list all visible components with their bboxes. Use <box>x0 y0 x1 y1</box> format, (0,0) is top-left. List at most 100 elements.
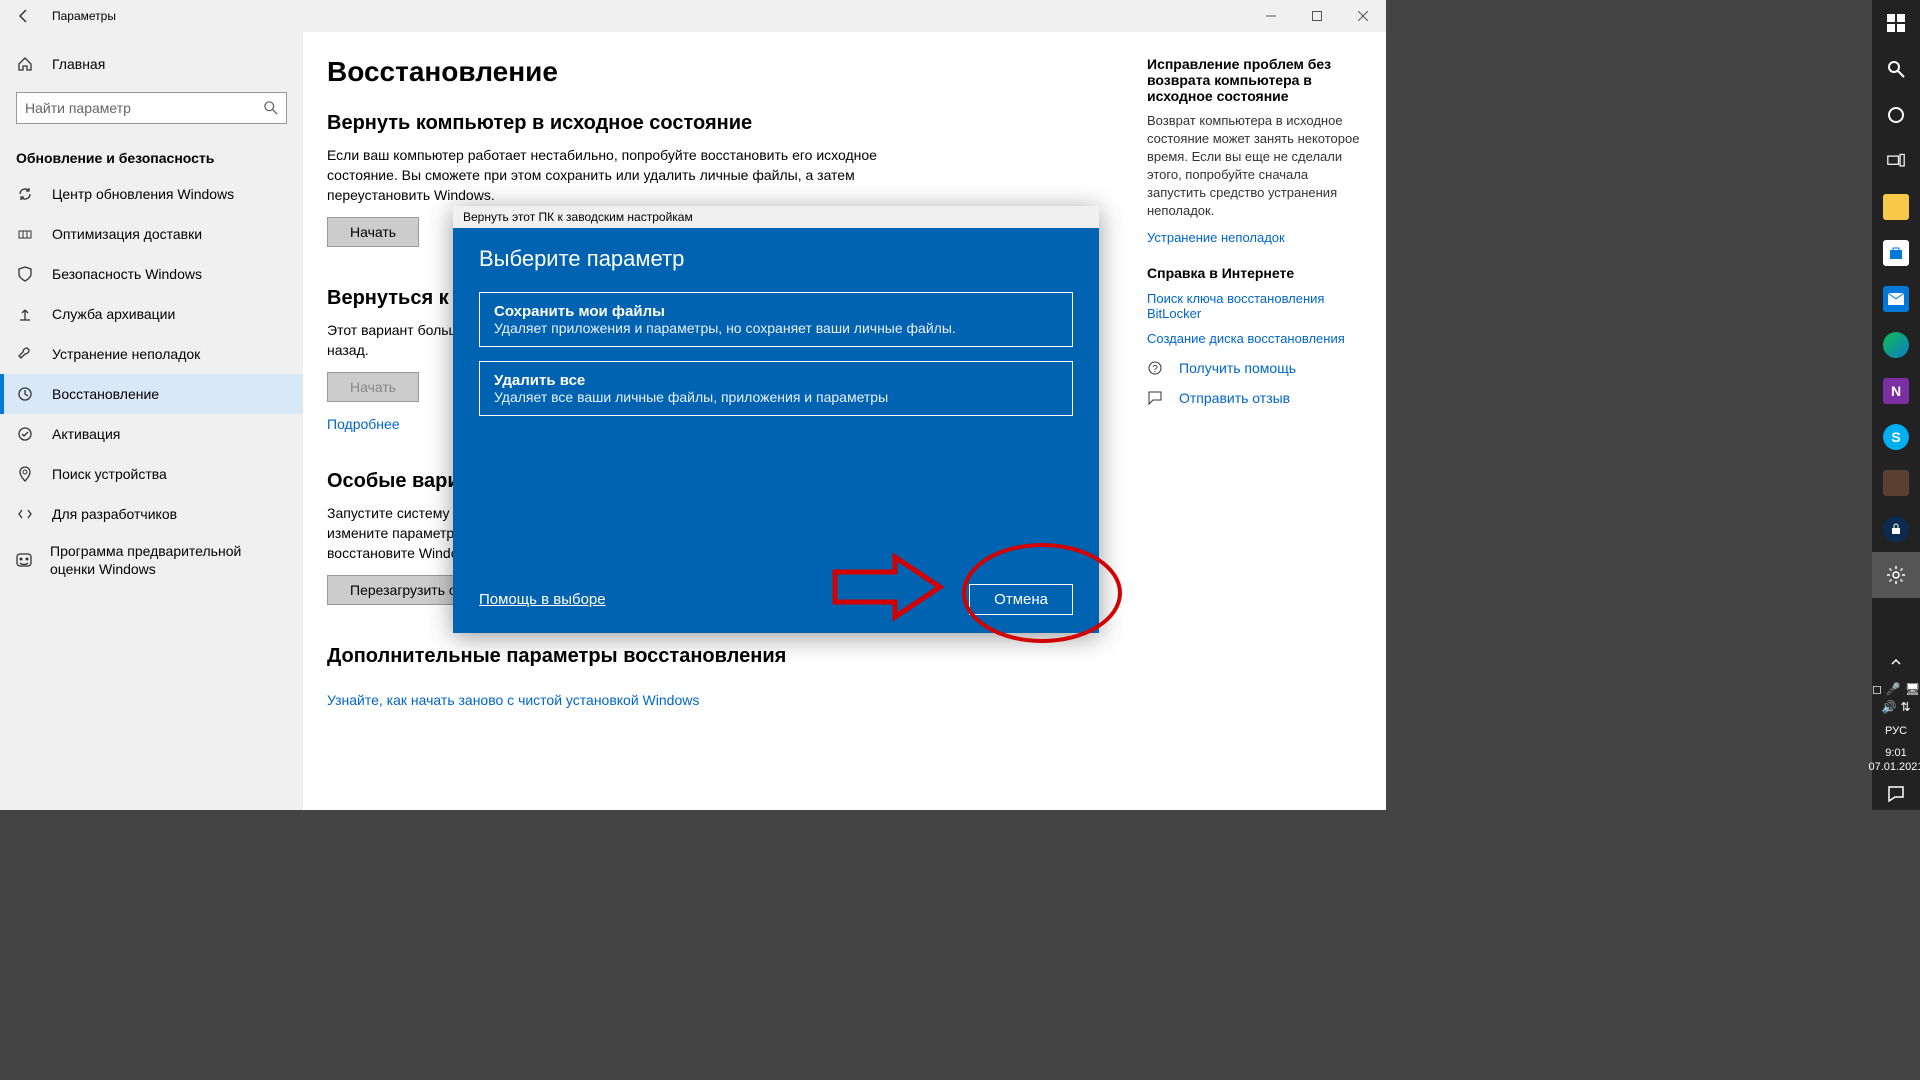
search-icon <box>264 101 278 115</box>
search-input[interactable]: Найти параметр <box>16 92 287 124</box>
sidebar-item-insider[interactable]: Программа предварительной оценки Windows <box>0 534 303 586</box>
start-button[interactable] <box>1872 0 1920 46</box>
taskbar-taskview[interactable] <box>1872 138 1920 184</box>
sidebar-item-developers[interactable]: Для разработчиков <box>0 494 303 534</box>
option-keep-files-desc: Удаляет приложения и параметры, но сохра… <box>494 320 1058 336</box>
aside-get-help-label: Получить помощь <box>1179 360 1296 376</box>
taskbar-cortana[interactable] <box>1872 92 1920 138</box>
option-remove-all-title: Удалить все <box>494 372 1058 389</box>
sidebar-item-activation[interactable]: Активация <box>0 414 303 454</box>
tray-network-icon[interactable]: ⇅ <box>1900 700 1910 714</box>
option-remove-all[interactable]: Удалить все Удаляет все ваши личные файл… <box>479 361 1073 416</box>
section-more-title: Дополнительные параметры восстановления <box>327 645 1107 668</box>
help-icon: ? <box>1147 360 1165 376</box>
reset-start-button[interactable]: Начать <box>327 217 419 247</box>
sidebar-item-label: Безопасность Windows <box>52 266 202 282</box>
aside-feedback-label: Отправить отзыв <box>1179 390 1290 406</box>
aside-para-troubleshoot: Возврат компьютера в исходное состояние … <box>1147 112 1362 220</box>
sidebar-item-label: Программа предварительной оценки Windows <box>50 542 287 578</box>
sidebar: Главная Найти параметр Обновление и безо… <box>0 32 303 810</box>
sidebar-item-label: Оптимизация доставки <box>52 226 202 242</box>
aside-link-bitlocker[interactable]: Поиск ключа восстановления BitLocker <box>1147 291 1362 321</box>
tray-monitor-icon[interactable]: 🖥 <box>1905 682 1920 696</box>
check-icon <box>16 426 34 442</box>
taskbar-explorer[interactable] <box>1872 184 1920 230</box>
sidebar-item-label: Активация <box>52 426 120 442</box>
aside-get-help[interactable]: ? Получить помощь <box>1147 360 1362 376</box>
dialog-cancel-button[interactable]: Отмена <box>969 584 1073 615</box>
tray-time: 9:01 <box>1868 746 1920 760</box>
sidebar-item-label: Служба архивации <box>52 306 175 322</box>
system-tray[interactable]: ◻ 🎤 🖥 🔊 ⇅ <box>1872 676 1920 720</box>
option-keep-files[interactable]: Сохранить мои файлы Удаляет приложения и… <box>479 292 1073 347</box>
page-title: Восстановление <box>327 56 1107 88</box>
sidebar-item-delivery-optimization[interactable]: Оптимизация доставки <box>0 214 303 254</box>
shield-icon <box>16 266 34 282</box>
taskbar-lock[interactable] <box>1872 506 1920 552</box>
tray-meet-icon[interactable]: ◻ <box>1872 682 1882 696</box>
taskbar-mail[interactable] <box>1872 276 1920 322</box>
minimize-button[interactable] <box>1248 0 1294 32</box>
search-placeholder: Найти параметр <box>25 100 131 116</box>
goback-more-link[interactable]: Подробнее <box>327 416 400 432</box>
recovery-icon <box>16 386 34 402</box>
feedback-icon <box>1147 390 1165 406</box>
aside-link-recovery-drive[interactable]: Создание диска восстановления <box>1147 331 1362 346</box>
sidebar-item-find-device[interactable]: Поиск устройства <box>0 454 303 494</box>
fresh-start-link[interactable]: Узнайте, как начать заново с чистой уста… <box>327 692 699 708</box>
taskbar-search[interactable] <box>1872 46 1920 92</box>
option-keep-files-title: Сохранить мои файлы <box>494 303 1058 320</box>
backup-icon <box>16 306 34 322</box>
tray-volume-icon[interactable]: 🔊 <box>1881 700 1896 714</box>
sync-icon <box>16 186 34 202</box>
svg-text:?: ? <box>1152 364 1158 375</box>
aside-link-troubleshoot[interactable]: Устранение неполадок <box>1147 230 1362 245</box>
delivery-icon <box>16 226 34 242</box>
back-button[interactable] <box>0 0 48 32</box>
section-reset-para: Если ваш компьютер работает нестабильно,… <box>327 145 887 205</box>
tray-date: 07.01.2021 <box>1868 760 1920 774</box>
reset-dialog: Вернуть этот ПК к заводским настройкам В… <box>453 206 1099 633</box>
sidebar-item-label: Поиск устройства <box>52 466 167 482</box>
tray-mic-icon[interactable]: 🎤 <box>1886 682 1901 696</box>
code-icon <box>16 506 34 522</box>
option-remove-all-desc: Удаляет все ваши личные файлы, приложени… <box>494 389 1058 405</box>
sidebar-item-label: Центр обновления Windows <box>52 186 234 202</box>
taskbar-onenote[interactable]: N <box>1872 368 1920 414</box>
sidebar-item-windows-update[interactable]: Центр обновления Windows <box>0 174 303 214</box>
aside-heading-help: Справка в Интернете <box>1147 265 1362 281</box>
taskbar-skype[interactable]: S <box>1872 414 1920 460</box>
maximize-button[interactable] <box>1294 0 1340 32</box>
aside-heading-troubleshoot: Исправление проблем без возврата компьют… <box>1147 56 1362 104</box>
sidebar-item-recovery[interactable]: Восстановление <box>0 374 303 414</box>
aside-feedback[interactable]: Отправить отзыв <box>1147 390 1362 406</box>
dialog-heading: Выберите параметр <box>479 246 1073 272</box>
location-icon <box>16 466 34 482</box>
taskbar-edge[interactable] <box>1872 322 1920 368</box>
tray-clock[interactable]: 9:01 07.01.2021 <box>1868 742 1920 778</box>
dialog-title: Вернуть этот ПК к заводским настройкам <box>453 206 1099 228</box>
tray-language[interactable]: РУС <box>1872 720 1920 742</box>
sidebar-home[interactable]: Главная <box>0 44 303 84</box>
sidebar-section-header: Обновление и безопасность <box>0 140 303 174</box>
window-title: Параметры <box>48 9 1248 23</box>
taskbar-settings[interactable] <box>1872 552 1920 598</box>
insider-icon <box>16 552 32 568</box>
tray-expand[interactable] <box>1872 648 1920 676</box>
titlebar: Параметры <box>0 0 1386 32</box>
sidebar-home-label: Главная <box>52 56 105 72</box>
wrench-icon <box>16 346 34 362</box>
sidebar-item-backup[interactable]: Служба архивации <box>0 294 303 334</box>
sidebar-item-troubleshoot[interactable]: Устранение неполадок <box>0 334 303 374</box>
action-center[interactable] <box>1872 778 1920 810</box>
sidebar-item-label: Устранение неполадок <box>52 346 200 362</box>
taskbar-app[interactable] <box>1872 460 1920 506</box>
taskbar-store[interactable] <box>1872 230 1920 276</box>
dialog-help-link[interactable]: Помощь в выборе <box>479 591 606 608</box>
goback-start-button: Начать <box>327 372 419 402</box>
sidebar-item-windows-security[interactable]: Безопасность Windows <box>0 254 303 294</box>
home-icon <box>16 56 34 72</box>
close-button[interactable] <box>1340 0 1386 32</box>
section-reset-title: Вернуть компьютер в исходное состояние <box>327 112 1107 135</box>
taskbar: N S ◻ 🎤 🖥 🔊 ⇅ РУС 9:01 07.01.2021 <box>1872 0 1920 810</box>
